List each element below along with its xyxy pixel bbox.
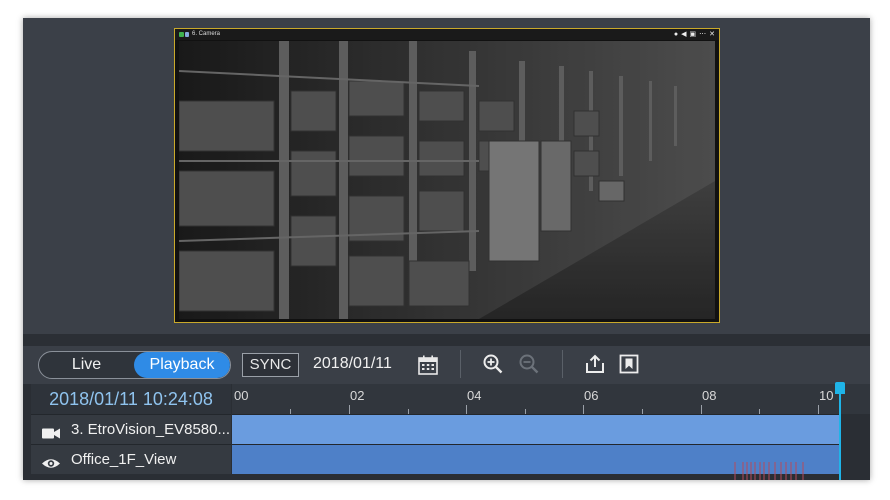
tick-label: 00: [234, 388, 249, 403]
camera-video-feed[interactable]: [179, 41, 715, 319]
playhead[interactable]: [839, 390, 841, 480]
camera-tile-actions: ● ◀ ▣ ⋯ ✕: [674, 29, 715, 40]
playback-toolbar: Live Playback SYNC 2018/01/11: [23, 346, 870, 384]
eye-icon: [41, 452, 61, 468]
playback-mode-button[interactable]: Playback: [134, 352, 230, 378]
camera-tile[interactable]: 6. Camera ● ◀ ▣ ⋯ ✕: [174, 28, 720, 323]
track-name: Office_1F_View: [71, 451, 177, 468]
camera-status-icon: [179, 32, 184, 37]
live-mode-button[interactable]: Live: [39, 352, 134, 378]
record-icon[interactable]: ●: [674, 29, 678, 40]
zoom-out-icon[interactable]: [518, 353, 540, 375]
playhead-handle[interactable]: [835, 382, 845, 394]
camera-recording-bar[interactable]: [232, 414, 839, 444]
camera-stream-icon: [185, 32, 189, 37]
sync-button[interactable]: SYNC: [242, 353, 299, 377]
tick-label: 06: [584, 388, 599, 403]
ruler-tick: [466, 405, 467, 414]
playback-app: 6. Camera ● ◀ ▣ ⋯ ✕ Live Playback SYNC 2…: [23, 18, 870, 480]
current-timestamp: 2018/01/11 10:24:08: [31, 384, 231, 414]
calendar-icon[interactable]: [417, 354, 439, 376]
timeline-empty-area[interactable]: [839, 444, 870, 473]
more-icon[interactable]: ⋯: [699, 29, 706, 40]
ruler-tick: [818, 405, 819, 414]
tick-label: 02: [350, 388, 365, 403]
tick-label: 08: [702, 388, 717, 403]
time-ruler[interactable]: 00 02 04 06 08 10: [232, 384, 870, 414]
video-camera-icon: [41, 422, 61, 439]
toolbar-separator: [562, 350, 563, 378]
playback-date: 2018/01/11: [313, 355, 392, 372]
timeline-panel: 2018/01/11 10:24:08 00 02 04 06 08 10 3.…: [23, 382, 870, 480]
export-icon[interactable]: [584, 353, 606, 375]
audio-icon[interactable]: ◀: [681, 29, 686, 40]
tick-label: 10: [819, 388, 834, 403]
bookmark-icon[interactable]: [618, 353, 640, 375]
ruler-tick: [583, 405, 584, 414]
close-icon[interactable]: ✕: [709, 29, 715, 40]
camera-titlebar: 6. Camera ● ◀ ▣ ⋯ ✕: [175, 29, 719, 40]
snapshot-icon[interactable]: ▣: [690, 29, 697, 40]
track-label-camera[interactable]: 3. EtroVision_EV8580...: [31, 414, 231, 444]
zoom-in-icon[interactable]: [482, 353, 504, 375]
event-markers: [734, 462, 804, 480]
track-label-view[interactable]: Office_1F_View: [31, 444, 231, 474]
toolbar-separator: [460, 350, 461, 378]
ruler-tick: [701, 405, 702, 414]
camera-title: 6. Camera: [192, 31, 221, 37]
track-name: 3. EtroVision_EV8580...: [71, 421, 230, 438]
panel-divider[interactable]: [23, 334, 870, 346]
mode-toggle: Live Playback: [38, 351, 231, 379]
timeline-empty-area[interactable]: [839, 414, 870, 443]
tick-label: 04: [467, 388, 482, 403]
ruler-tick: [349, 405, 350, 414]
video-viewer: 6. Camera ● ◀ ▣ ⋯ ✕: [23, 18, 870, 334]
